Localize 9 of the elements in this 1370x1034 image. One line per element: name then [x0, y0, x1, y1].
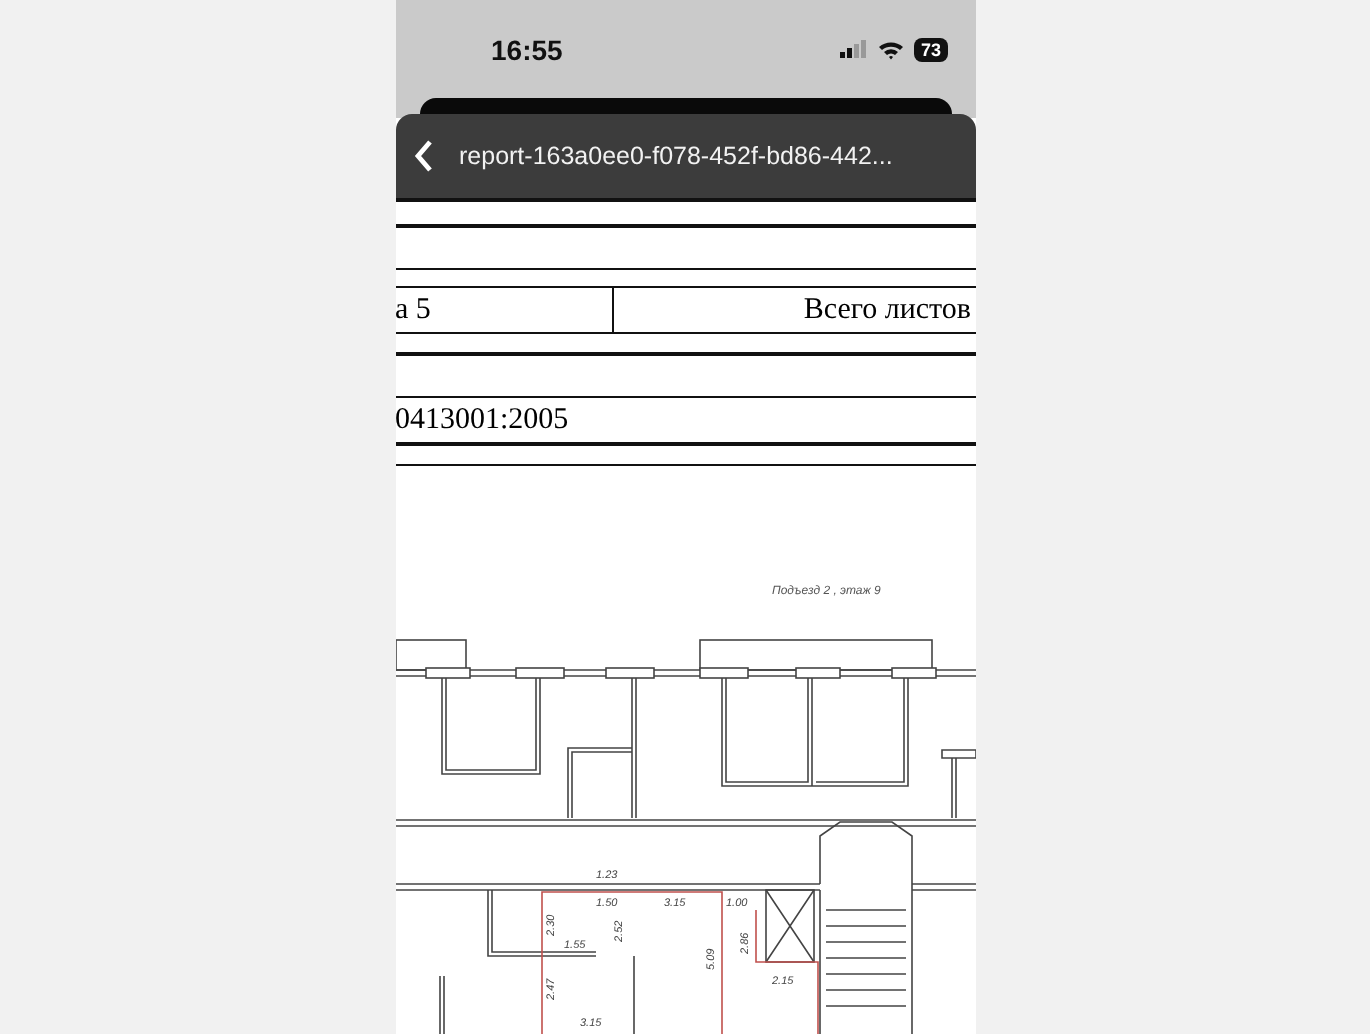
table-cell-text: Всего листов — [801, 292, 973, 330]
signal-icon — [840, 40, 869, 59]
wifi-icon — [878, 39, 905, 60]
cadastral-number: 0413001:2005 — [395, 402, 571, 440]
back-icon[interactable] — [411, 138, 435, 175]
battery-indicator: 73 — [914, 37, 947, 62]
table-cell: а 5 — [395, 288, 613, 332]
document-title: report-163a0ee0-f078-452f-bd86-442... — [459, 142, 893, 171]
status-time: 16:55 — [491, 33, 563, 66]
